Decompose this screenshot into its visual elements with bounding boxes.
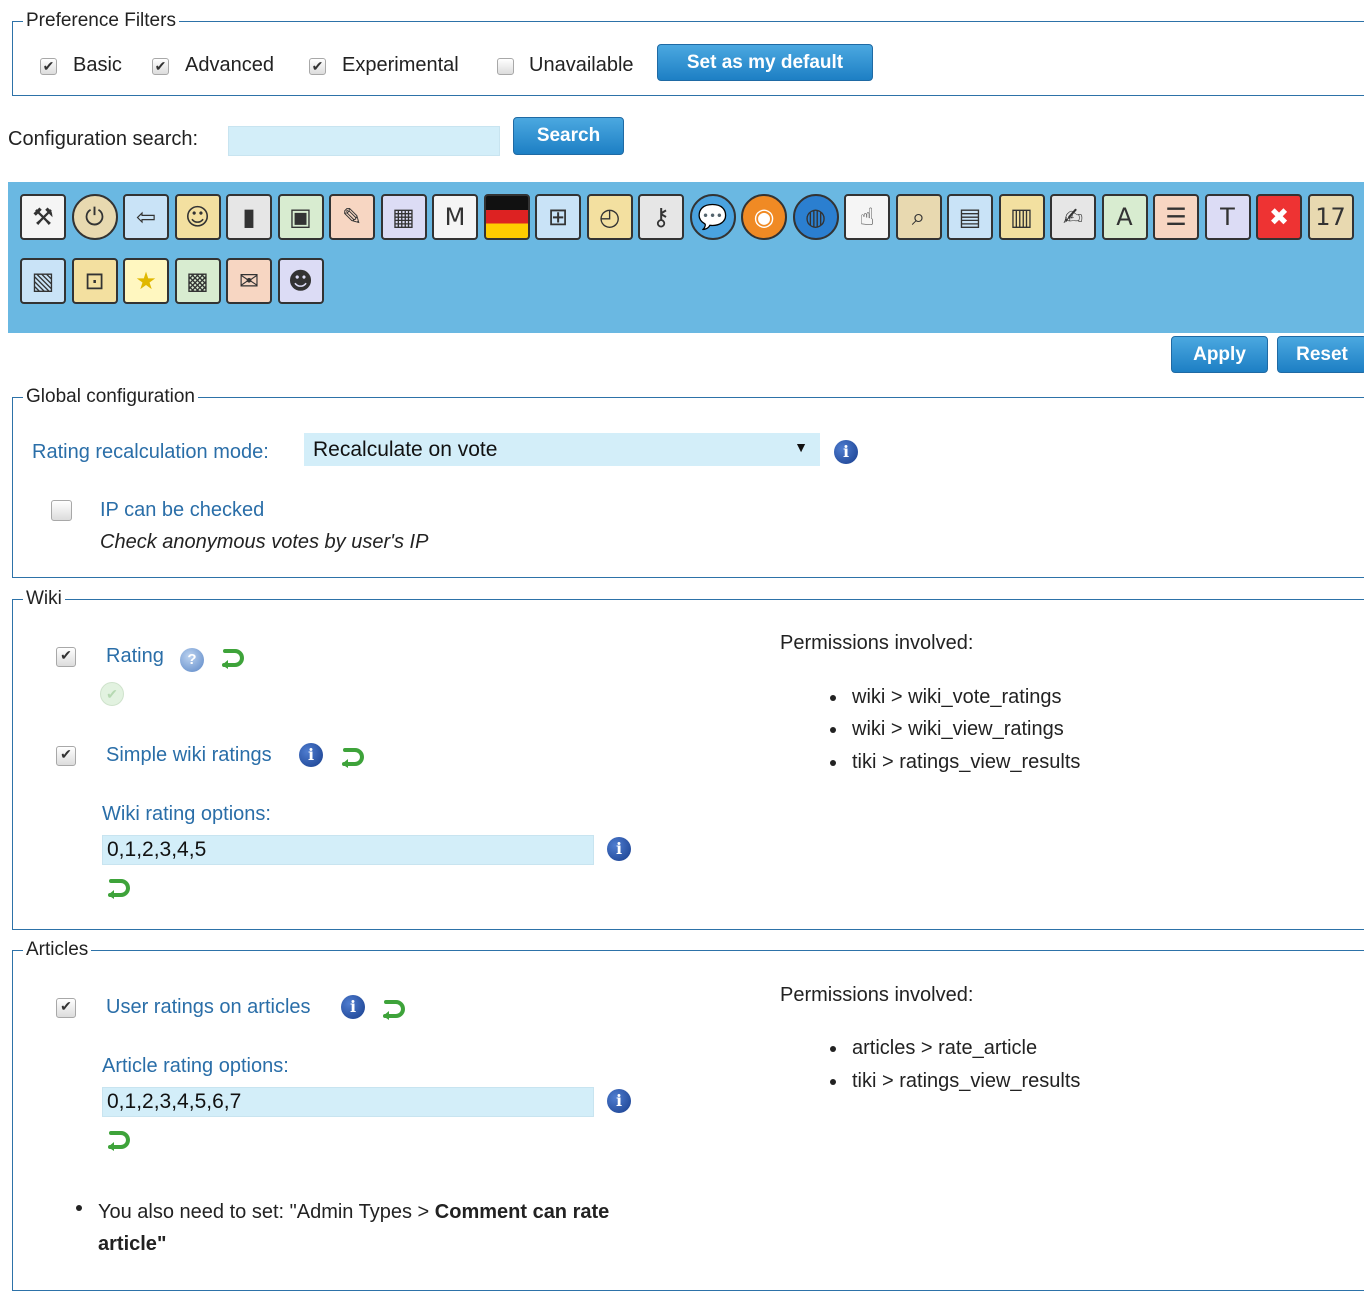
wiki-rating-checkbox[interactable]: ✔ [56,647,76,667]
basic-label: Basic [73,54,122,76]
undo-icon[interactable] [339,746,365,770]
webmail-icon[interactable]: ▧ [20,258,66,304]
wiki-icon[interactable]: ▤ [947,194,993,240]
unavailable-checkbox[interactable] [497,58,514,75]
intertiki-icon[interactable]: ◍ [792,194,839,240]
trackers-icon[interactable]: T [1204,194,1251,240]
article-options-input[interactable]: 0,1,2,3,4,5,6,7 [102,1087,594,1117]
apply-button[interactable]: Apply [1171,336,1268,373]
workspaces-icon[interactable]: ⊡ [71,258,118,304]
general-settings-icon[interactable]: ⚒ [20,194,66,240]
simple-wiki-info-icon[interactable]: i [299,743,323,767]
articles-legend: Articles [26,939,89,960]
search-label: Configuration search: [8,128,199,150]
rating-mode-info-icon[interactable]: i [834,440,858,464]
undo-icon[interactable] [105,1129,131,1153]
wiki-options-info-icon[interactable]: i [607,837,631,861]
bullet [830,1079,836,1085]
security-key-icon[interactable]: ⚷ [638,194,684,240]
undo-icon[interactable] [219,647,245,671]
unavailable-label: Unavailable [529,54,634,76]
basic-checkbox[interactable]: ✔ [40,58,57,75]
calendar-icon[interactable]: 17 [1307,194,1354,240]
advanced-checkbox[interactable]: ✔ [152,58,169,75]
ip-check-checkbox[interactable] [51,500,72,521]
experimental-checkbox[interactable]: ✔ [309,58,326,75]
article-options-label: Article rating options: [102,1055,289,1077]
simple-wiki-ratings-label: Simple wiki ratings [106,744,272,766]
wiki-permission-item: wiki > wiki_vote_ratings [852,686,1062,708]
admin-toolbar: ⚒⏻⇦☺▮▣✎▦M⚑⊞◴⚷💬◉◍☝⌕▤▥✍A☰T✖17 ▧⊡★▩✉☻ [8,182,1364,333]
article-permission-item: tiki > ratings_view_results [852,1070,1081,1092]
wiki-options-label: Wiki rating options: [102,803,271,825]
ratings-stars-icon[interactable]: ★ [123,258,169,304]
article-permission-item: articles > rate_article [852,1037,1038,1059]
modules-icon[interactable]: ▦ [380,194,427,240]
profiles-icon[interactable]: ▮ [226,194,272,240]
undo-icon[interactable] [105,877,131,901]
wiki-permission-item: tiki > ratings_view_results [852,751,1081,773]
chevron-down-icon: ▼ [794,439,808,455]
wiki-permission-item: wiki > wiki_view_ratings [852,718,1064,740]
ip-check-label: IP can be checked [100,499,265,521]
sefurl-icon[interactable]: ☝ [844,194,890,240]
bullet [830,760,836,766]
search-input[interactable] [228,126,500,156]
article-note: You also need to set: "Admin Types > Com… [98,1196,678,1260]
preference-filters-legend: Preference Filters [26,10,176,31]
maps-icon[interactable]: ⊞ [535,194,581,240]
article-note-suffix: " [156,1233,167,1255]
bullet [76,1205,82,1211]
simple-wiki-ratings-checkbox[interactable]: ✔ [56,746,76,766]
bullet [830,695,836,701]
metatags-icon[interactable]: M [432,194,478,240]
experimental-label: Experimental [342,54,459,76]
search-button[interactable]: Search [513,117,624,155]
file-galleries-icon[interactable]: ▥ [998,194,1045,240]
user-ratings-articles-label: User ratings on articles [106,996,311,1018]
rss-icon[interactable]: ◉ [741,194,787,240]
enabled-check-icon: ✔ [100,682,124,706]
rating-mode-label: Rating recalculation mode: [32,441,269,463]
text-area-icon[interactable]: ✎ [329,194,375,240]
wiki-legend: Wiki [26,588,62,609]
wiki-permissions-title: Permissions involved: [780,632,974,654]
bullet [830,1046,836,1052]
login-icon[interactable]: ⇦ [123,194,169,240]
article-note-bold-2: article [98,1233,157,1255]
user-ratings-info-icon[interactable]: i [341,995,365,1019]
article-note-bold: Comment can rate [434,1201,610,1223]
rating-mode-select[interactable]: Recalculate on vote ▼ [304,433,820,466]
mail-icon[interactable]: ✉ [226,258,272,304]
comments-icon[interactable]: 💬 [689,194,736,240]
directory-icon[interactable]: ▩ [174,258,221,304]
articles-icon[interactable]: ☰ [1153,194,1199,240]
wiki-rating-label: Rating [106,645,164,667]
advanced-label: Advanced [185,54,274,76]
help-icon[interactable]: ? [180,648,204,672]
fonts-icon[interactable]: A [1101,194,1148,240]
user-ratings-articles-checkbox[interactable]: ✔ [56,998,76,1018]
article-note-prefix: You also need to set: "Admin Types > [98,1201,435,1223]
bullet [830,727,836,733]
community-icon[interactable]: ☺ [174,194,221,240]
search-icon[interactable]: ⌕ [895,194,942,240]
i18n-flag-icon[interactable]: ⚑ [483,194,530,240]
set-default-button[interactable]: Set as my default [657,44,873,81]
rating-mode-value: Recalculate on vote [313,438,498,461]
global-config-legend: Global configuration [26,386,195,407]
blogs-icon[interactable]: ✍ [1050,194,1096,240]
reset-button[interactable]: Reset [1277,336,1364,373]
wiki-options-input[interactable]: 0,1,2,3,4,5 [102,835,594,865]
article-permissions-title: Permissions involved: [780,984,974,1006]
look-and-feel-icon[interactable]: ▣ [277,194,324,240]
polls-icon[interactable]: ✖ [1256,194,1302,240]
article-options-info-icon[interactable]: i [607,1089,631,1113]
ip-check-description: Check anonymous votes by user's IP [100,531,429,553]
power-icon[interactable]: ⏻ [71,194,118,240]
users-icon[interactable]: ☻ [277,258,324,304]
performance-stopwatch-icon[interactable]: ◴ [586,194,633,240]
undo-icon[interactable] [380,998,406,1022]
